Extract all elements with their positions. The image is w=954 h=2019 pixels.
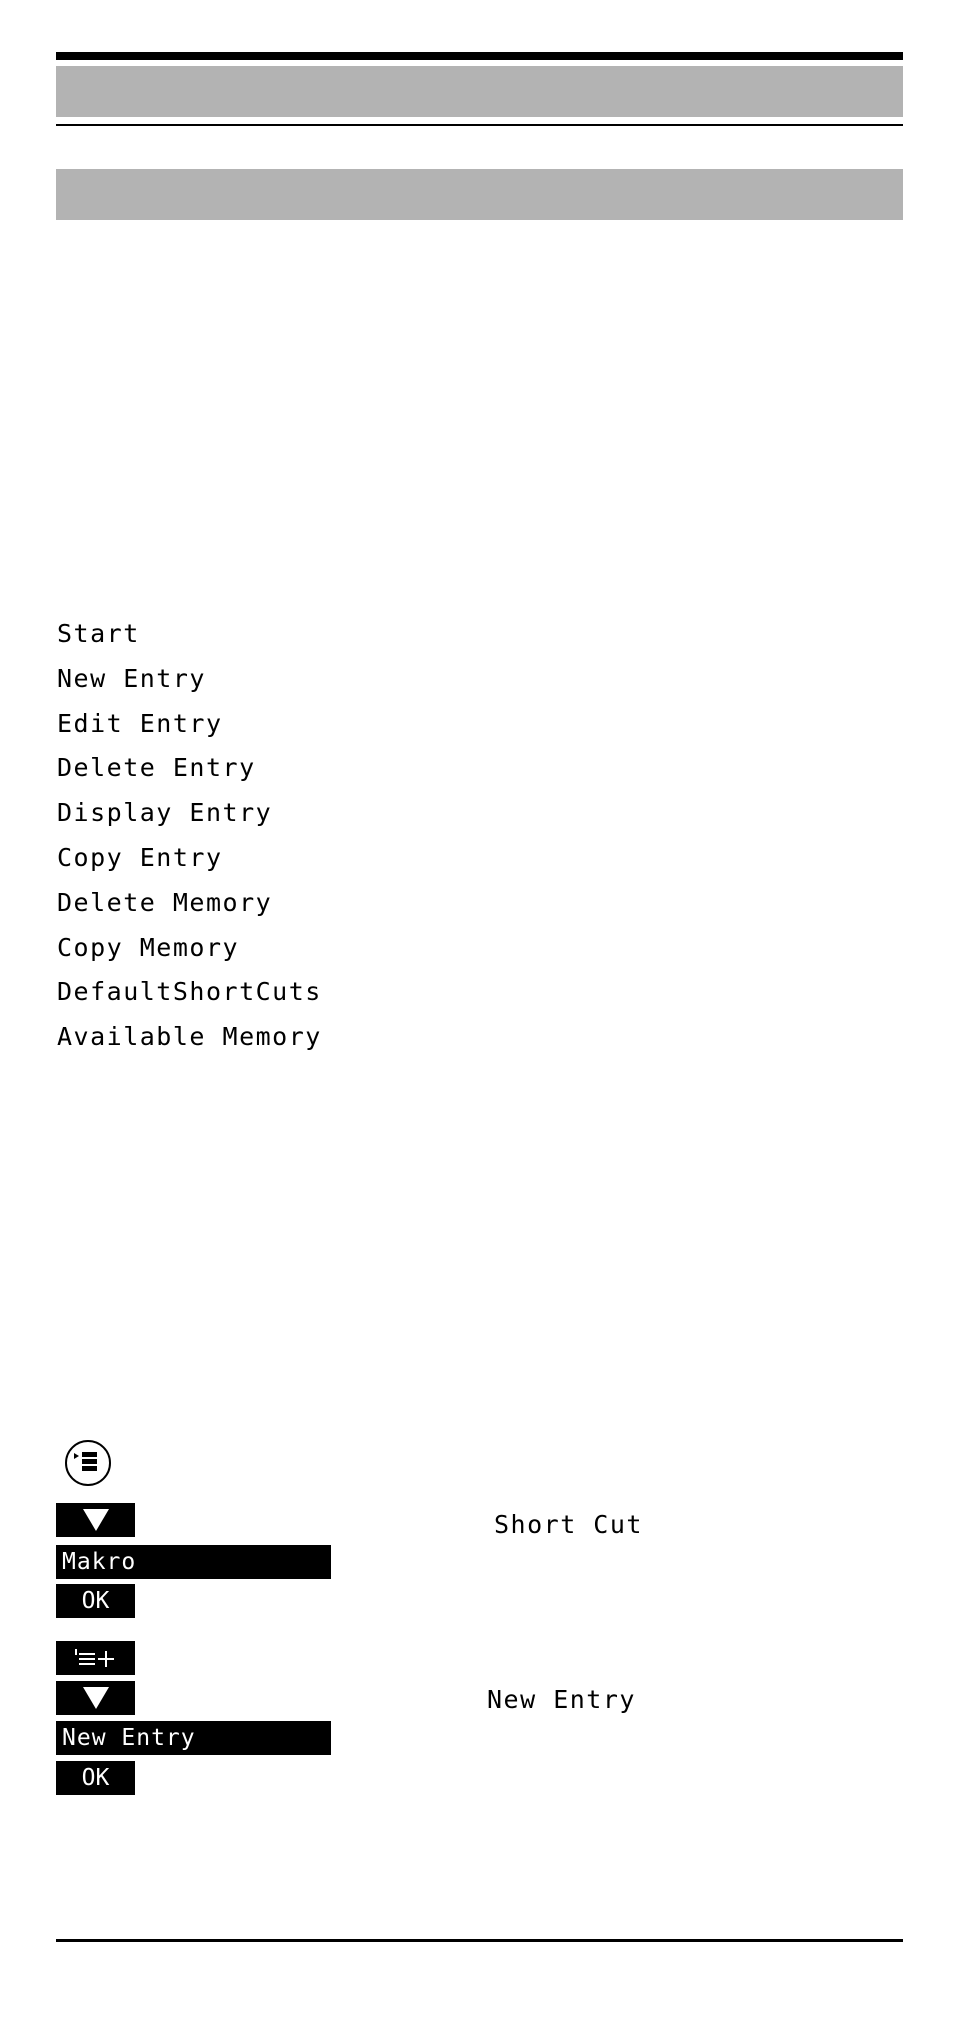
header-top-rule — [56, 52, 903, 60]
menu-item-copy-entry: Copy Entry — [57, 842, 223, 872]
down-triangle-icon — [82, 1509, 109, 1531]
display-field-new-entry: New Entry — [56, 1721, 331, 1755]
header-divider — [56, 124, 903, 126]
header-title-bar — [56, 66, 903, 117]
footer-rule — [56, 1939, 903, 1942]
ok-key-2[interactable]: OK — [56, 1761, 135, 1795]
menu-item-new-entry: New Entry — [57, 663, 206, 693]
menu-item-copy-memory: Copy Memory — [57, 932, 240, 962]
down-key[interactable] — [56, 1503, 135, 1537]
menu-item-edit-entry: Edit Entry — [57, 708, 223, 738]
down-key-2[interactable] — [56, 1681, 135, 1715]
menu-item-list: Start New Entry Edit Entry Delete Entry … — [57, 616, 322, 1064]
step-caption-new-entry: New Entry — [487, 1685, 636, 1714]
display-field-makro: Makro — [56, 1545, 331, 1579]
step-caption-short-cut: Short Cut — [494, 1510, 643, 1539]
menu-item-display-entry: Display Entry — [57, 798, 273, 828]
menu-list-icon — [74, 1452, 97, 1471]
down-triangle-icon — [82, 1687, 109, 1709]
menu-item-delete-entry: Delete Entry — [57, 753, 256, 783]
add-entry-key[interactable] — [56, 1641, 135, 1675]
menu-key[interactable] — [65, 1440, 111, 1486]
section-title-bar — [56, 169, 903, 220]
ok-key[interactable]: OK — [56, 1584, 135, 1618]
menu-item-available-memory: Available Memory — [57, 1022, 322, 1052]
menu-item-default-shortcuts: DefaultShortCuts — [57, 977, 322, 1007]
list-add-icon — [74, 1649, 114, 1667]
menu-item-delete-memory: Delete Memory — [57, 887, 273, 917]
menu-item-start: Start — [57, 619, 140, 648]
